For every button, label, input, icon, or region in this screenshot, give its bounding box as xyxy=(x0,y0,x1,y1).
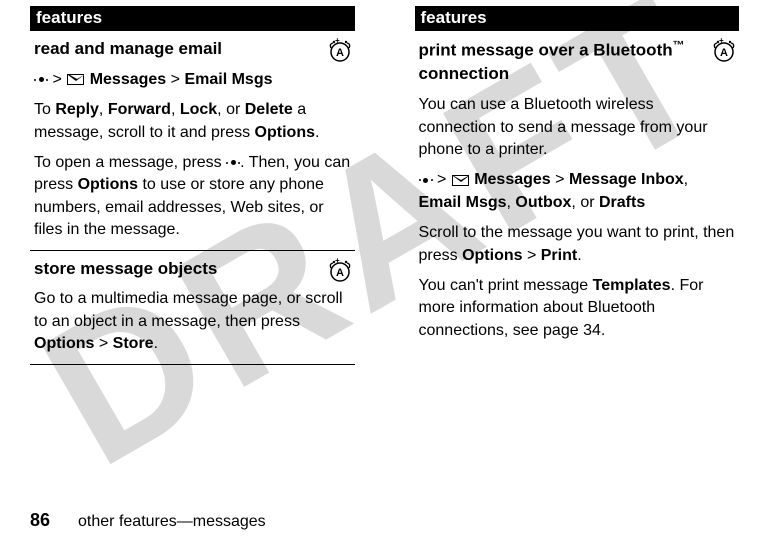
svg-text:A: A xyxy=(720,47,728,59)
svg-text:+: + xyxy=(719,37,724,45)
envelope-icon xyxy=(67,74,84,85)
page-number: 86 xyxy=(30,510,50,530)
paragraph: You can use a Bluetooth wireless connect… xyxy=(419,94,736,161)
envelope-icon xyxy=(452,175,469,186)
page-content: features A+ read and manage email > Mess… xyxy=(0,0,759,365)
feature-cell: A+ read and manage email > Messages > Em… xyxy=(30,31,355,251)
footer-text: other features—messages xyxy=(78,513,266,530)
nav-path: > Messages > Email Msgs xyxy=(34,69,351,91)
paragraph: Scroll to the message you want to print,… xyxy=(419,222,736,267)
paragraph: Go to a multimedia message page, or scro… xyxy=(34,288,351,355)
svg-text:A: A xyxy=(336,267,344,279)
left-header: features xyxy=(30,6,355,31)
feature-title: read and manage email xyxy=(34,37,351,61)
paragraph: To open a message, press . Then, you can… xyxy=(34,152,351,242)
right-header: features xyxy=(415,6,740,31)
center-key-icon xyxy=(419,176,433,185)
center-key-icon xyxy=(34,75,48,84)
svg-text:+: + xyxy=(335,257,340,265)
feature-cell: A+ store message objects Go to a multime… xyxy=(30,251,355,365)
center-key-icon xyxy=(226,158,240,167)
right-column: features A+ print message over a Bluetoo… xyxy=(415,6,740,365)
svg-text:+: + xyxy=(335,37,340,45)
paragraph: To Reply, Forward, Lock, or Delete a mes… xyxy=(34,99,351,144)
nav-path: > Messages > Message Inbox, Email Msgs, … xyxy=(419,169,736,214)
feature-title: print message over a Bluetooth™ connecti… xyxy=(419,37,736,86)
left-column: features A+ read and manage email > Mess… xyxy=(30,6,355,365)
paragraph: You can't print message Templates. For m… xyxy=(419,275,736,342)
feature-cell: A+ print message over a Bluetooth™ conne… xyxy=(415,31,740,350)
accessibility-badge-icon: A+ xyxy=(327,37,353,63)
svg-text:A: A xyxy=(336,47,344,59)
page-footer: 86 other features—messages xyxy=(30,510,266,531)
accessibility-badge-icon: A+ xyxy=(711,37,737,63)
feature-title: store message objects xyxy=(34,257,351,281)
accessibility-badge-icon: A+ xyxy=(327,257,353,283)
